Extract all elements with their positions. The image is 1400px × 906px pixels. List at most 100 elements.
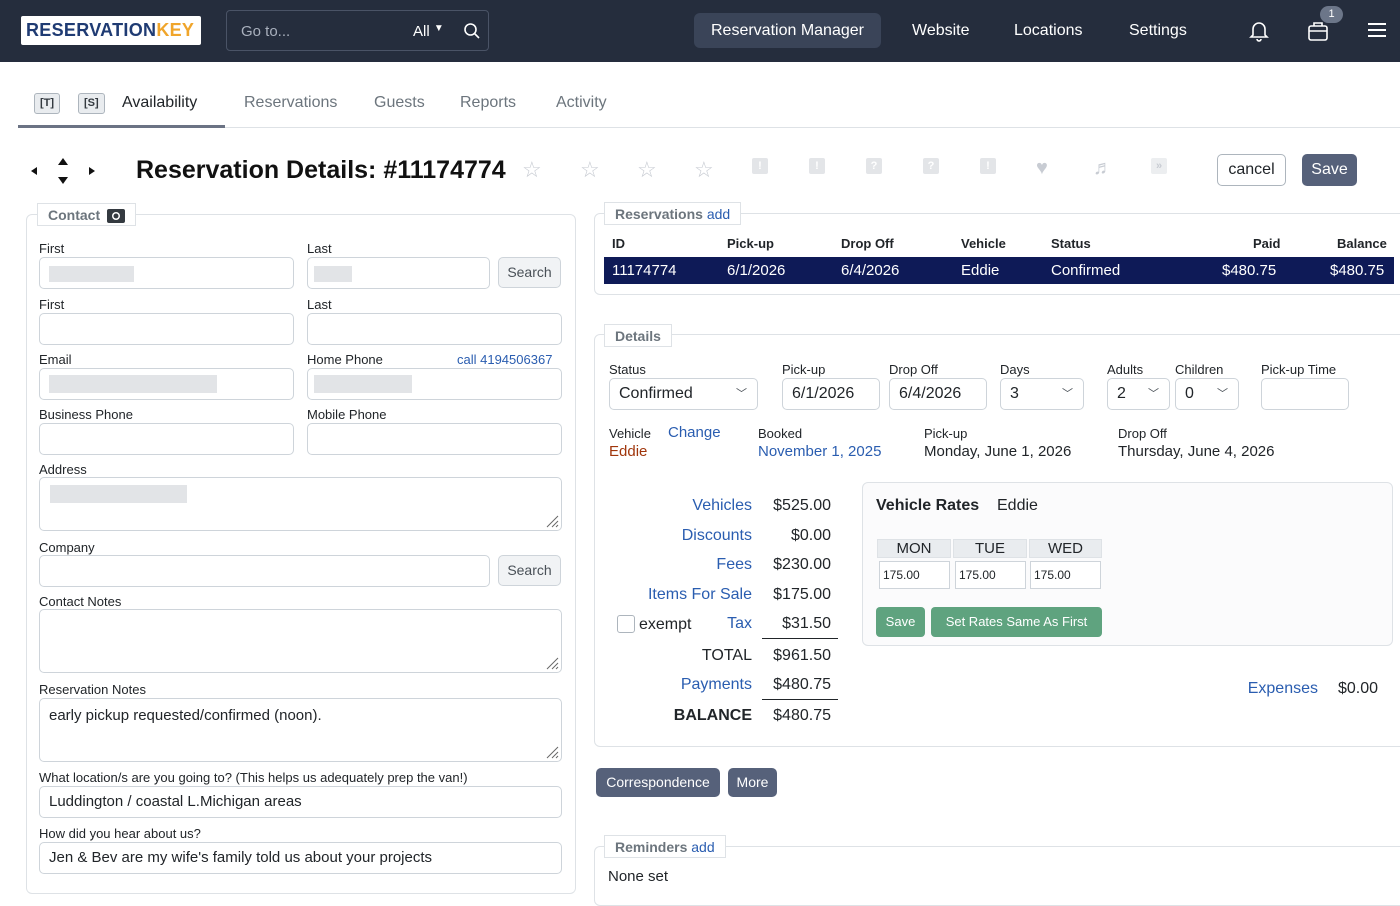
save-button[interactable]: Save <box>1302 154 1357 186</box>
call-phone-link[interactable]: call 4194506367 <box>457 352 552 367</box>
vehicle-name[interactable]: Eddie <box>609 443 647 460</box>
nav-settings[interactable]: Settings <box>1112 13 1204 48</box>
pickup-date-input[interactable]: 6/1/2026 <box>782 378 880 410</box>
kbd-shortcut-t[interactable]: [T] <box>34 93 61 114</box>
rate-input-mon[interactable]: 175.00 <box>879 561 950 589</box>
home-phone-field[interactable] <box>307 368 562 400</box>
alert-flag-icon[interactable]: ! <box>752 158 768 174</box>
col-header-vehicle[interactable]: Vehicle <box>961 236 1006 251</box>
table-row[interactable]: 11174774 6/1/2026 6/4/2026 Eddie Confirm… <box>604 257 1394 284</box>
dropoff-long-date: Thursday, June 4, 2026 <box>1118 443 1275 460</box>
business-phone-field[interactable] <box>39 423 294 455</box>
search-company-button[interactable]: Search <box>498 555 561 586</box>
nav-website[interactable]: Website <box>895 13 987 48</box>
fees-link[interactable]: Fees <box>640 556 752 574</box>
location-answer-input[interactable]: Luddington / coastal L.Michigan areas <box>39 786 562 818</box>
tab-reports[interactable]: Reports <box>460 94 516 112</box>
nav-locations[interactable]: Locations <box>997 13 1100 48</box>
logo[interactable]: RESERVATIONKEY <box>21 16 201 45</box>
email-field[interactable] <box>39 368 294 400</box>
search-icon[interactable] <box>463 22 481 40</box>
col-header-balance[interactable]: Balance <box>1337 236 1387 251</box>
more-button[interactable]: More <box>728 768 777 797</box>
tab-activity[interactable]: Activity <box>556 94 607 112</box>
rate-input-tue[interactable]: 175.00 <box>955 561 1026 589</box>
address-textarea[interactable] <box>39 477 562 531</box>
goto-search-box[interactable]: Go to... All ▼ <box>226 10 489 51</box>
reservation-notes-textarea[interactable]: early pickup requested/confirmed (noon). <box>39 698 562 762</box>
alert-flag-icon[interactable]: ! <box>809 158 825 174</box>
star-icon[interactable]: ☆ <box>694 157 714 183</box>
active-tab-indicator <box>18 125 225 128</box>
booked-date-link[interactable]: November 1, 2025 <box>758 443 881 460</box>
col-header-dropoff[interactable]: Drop Off <box>841 236 894 251</box>
last-name-2-input[interactable] <box>307 313 562 345</box>
payments-link[interactable]: Payments <box>640 676 752 694</box>
contact-notes-textarea[interactable] <box>39 609 562 673</box>
company-field[interactable] <box>39 555 490 587</box>
expenses-amount: $0.00 <box>1337 680 1378 697</box>
correspondence-button[interactable]: Correspondence <box>596 768 720 797</box>
resize-handle-icon[interactable] <box>545 745 559 759</box>
search-input[interactable]: Go to... <box>241 23 290 40</box>
add-reservation-link[interactable]: add <box>707 206 730 222</box>
reservations-legend: Reservations add <box>604 202 742 225</box>
days-select[interactable]: 3 ﹀ <box>1000 378 1084 410</box>
music-note-icon[interactable]: ♬ <box>1093 157 1113 180</box>
dropoff-date-input[interactable]: 6/4/2026 <box>889 378 987 410</box>
tab-guests[interactable]: Guests <box>374 94 425 112</box>
last-name-2-label: Last <box>307 297 332 312</box>
total-amount: $961.50 <box>773 647 831 664</box>
up-down-arrow-icon[interactable] <box>57 157 69 185</box>
camera-icon[interactable] <box>107 207 126 223</box>
expenses-link[interactable]: Expenses <box>1220 680 1318 698</box>
items-for-sale-link[interactable]: Items For Sale <box>620 586 752 604</box>
heart-icon[interactable]: ♥ <box>1036 157 1048 180</box>
question-flag-icon[interactable]: ? <box>923 158 939 174</box>
col-header-pickup[interactable]: Pick-up <box>727 236 774 251</box>
search-scope-dropdown[interactable]: All ▼ <box>413 23 444 40</box>
change-vehicle-link[interactable]: Change <box>668 424 721 441</box>
tax-link[interactable]: Tax <box>700 615 752 633</box>
resize-handle-icon[interactable] <box>545 656 559 670</box>
last-name-input[interactable] <box>307 257 490 289</box>
cart-icon[interactable] <box>1307 20 1329 42</box>
col-header-id[interactable]: ID <box>612 236 625 251</box>
tax-exempt-checkbox[interactable] <box>617 615 635 633</box>
cancel-button[interactable]: cancel <box>1217 154 1286 186</box>
forward-flag-icon[interactable]: » <box>1151 158 1167 174</box>
alert-flag-icon[interactable]: ! <box>980 158 996 174</box>
save-rates-button[interactable]: Save <box>876 607 925 637</box>
search-contact-button[interactable]: Search <box>498 257 561 288</box>
menu-icon[interactable] <box>1368 22 1386 38</box>
kbd-shortcut-s[interactable]: [S] <box>78 93 105 114</box>
contact-legend: Contact <box>37 203 137 226</box>
pickup-time-input[interactable] <box>1261 378 1349 410</box>
tab-availability[interactable]: Availability <box>122 94 197 112</box>
prev-arrow-icon[interactable] <box>29 166 39 176</box>
vehicles-link[interactable]: Vehicles <box>640 497 752 515</box>
col-header-status[interactable]: Status <box>1051 236 1091 251</box>
rate-input-wed[interactable]: 175.00 <box>1030 561 1101 589</box>
tab-reservations[interactable]: Reservations <box>244 94 337 112</box>
star-icon[interactable]: ☆ <box>522 157 542 183</box>
nav-reservation-manager[interactable]: Reservation Manager <box>694 13 881 48</box>
first-name-input[interactable] <box>39 257 294 289</box>
question-flag-icon[interactable]: ? <box>866 158 882 174</box>
adults-select[interactable]: 2 ﹀ <box>1107 378 1170 410</box>
set-rates-same-button[interactable]: Set Rates Same As First <box>931 607 1102 637</box>
add-reminder-link[interactable]: add <box>691 839 714 855</box>
first-name-2-input[interactable] <box>39 313 294 345</box>
mobile-phone-field[interactable] <box>307 423 562 455</box>
status-select[interactable]: Confirmed ﹀ <box>609 378 758 410</box>
bell-icon[interactable] <box>1249 20 1269 42</box>
resize-handle-icon[interactable] <box>545 514 559 528</box>
col-header-paid[interactable]: Paid <box>1253 236 1280 251</box>
star-icon[interactable]: ☆ <box>637 157 657 183</box>
hear-answer-input[interactable]: Jen & Bev are my wife's family told us a… <box>39 842 562 874</box>
page-title: Reservation Details: #11174774 <box>136 156 506 184</box>
discounts-link[interactable]: Discounts <box>640 527 752 545</box>
children-select[interactable]: 0 ﹀ <box>1175 378 1239 410</box>
next-arrow-icon[interactable] <box>87 166 97 176</box>
star-icon[interactable]: ☆ <box>580 157 600 183</box>
